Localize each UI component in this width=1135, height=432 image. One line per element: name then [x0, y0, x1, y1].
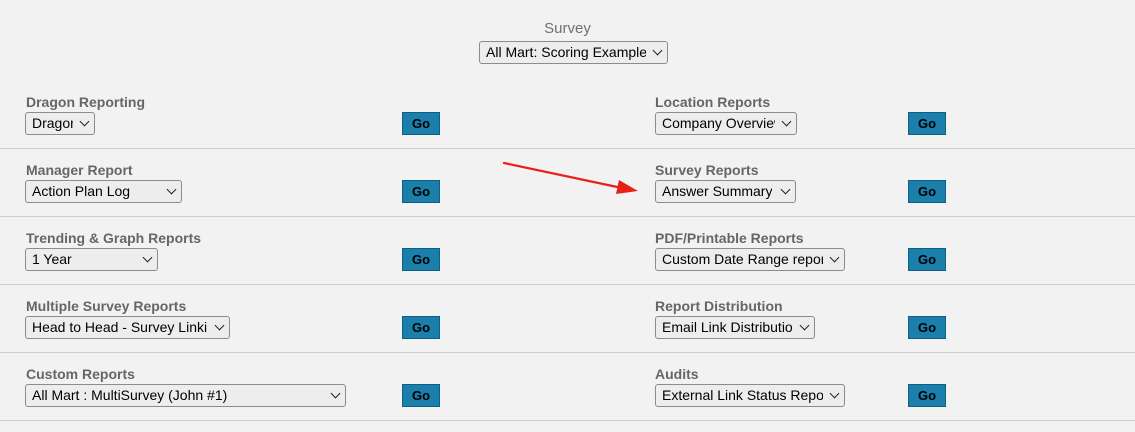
report-page: Survey All Mart: Scoring Examples Dragon… [0, 0, 1135, 432]
annotation-arrow-icon [502, 161, 638, 194]
